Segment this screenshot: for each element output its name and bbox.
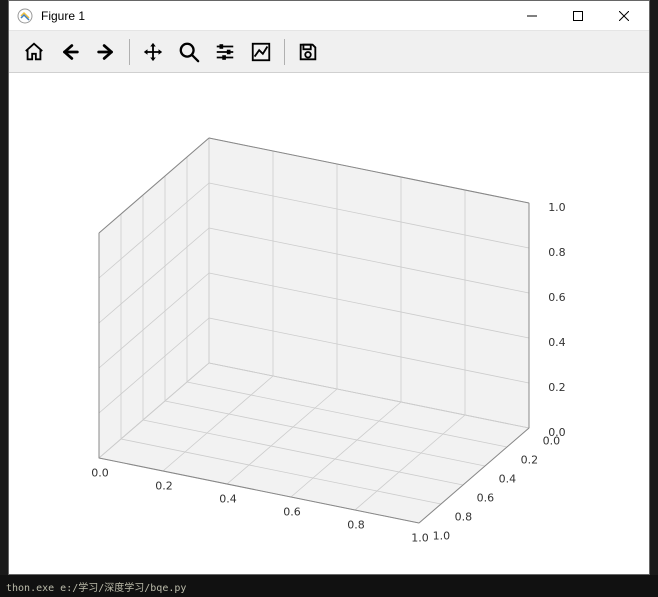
app-window: Figure 1 bbox=[8, 0, 650, 575]
zoom-button[interactable] bbox=[172, 35, 206, 69]
svg-text:0.6: 0.6 bbox=[283, 506, 301, 519]
home-icon bbox=[23, 41, 45, 63]
svg-text:1.0: 1.0 bbox=[433, 530, 451, 543]
svg-text:0.6: 0.6 bbox=[477, 492, 495, 505]
close-button[interactable] bbox=[601, 1, 647, 31]
sliders-icon bbox=[214, 41, 236, 63]
app-icon bbox=[17, 8, 33, 24]
pan-button[interactable] bbox=[136, 35, 170, 69]
plot-canvas[interactable]: 0.00.20.40.60.81.00.00.20.40.60.81.00.00… bbox=[9, 73, 649, 574]
svg-text:0.2: 0.2 bbox=[155, 480, 173, 493]
svg-text:0.8: 0.8 bbox=[548, 246, 566, 259]
svg-text:0.2: 0.2 bbox=[521, 454, 539, 467]
toolbar bbox=[9, 31, 649, 73]
configure-subplots-button[interactable] bbox=[208, 35, 242, 69]
svg-text:0.4: 0.4 bbox=[219, 493, 237, 506]
svg-text:0.8: 0.8 bbox=[455, 511, 473, 524]
home-button[interactable] bbox=[17, 35, 51, 69]
back-button[interactable] bbox=[53, 35, 87, 69]
titlebar: Figure 1 bbox=[9, 1, 649, 31]
toolbar-separator bbox=[129, 39, 130, 65]
arrow-right-icon bbox=[95, 41, 117, 63]
move-icon bbox=[142, 41, 164, 63]
minimize-button[interactable] bbox=[509, 1, 555, 31]
line-chart-icon bbox=[250, 41, 272, 63]
svg-text:1.0: 1.0 bbox=[548, 201, 566, 214]
forward-button[interactable] bbox=[89, 35, 123, 69]
save-icon bbox=[297, 41, 319, 63]
svg-text:0.2: 0.2 bbox=[548, 381, 566, 394]
toolbar-separator bbox=[284, 39, 285, 65]
window-title: Figure 1 bbox=[41, 9, 85, 23]
zoom-icon bbox=[178, 41, 200, 63]
terminal-text: thon.exe e:/学习/深度学习/bqe.py bbox=[6, 579, 186, 594]
maximize-button[interactable] bbox=[555, 1, 601, 31]
save-button[interactable] bbox=[291, 35, 325, 69]
svg-text:0.4: 0.4 bbox=[548, 336, 566, 349]
svg-text:0.0: 0.0 bbox=[91, 467, 109, 480]
svg-text:1.0: 1.0 bbox=[411, 532, 429, 545]
terminal-strip: thon.exe e:/学习/深度学习/bqe.py bbox=[0, 575, 658, 597]
svg-text:0.8: 0.8 bbox=[347, 519, 365, 532]
edit-axes-button[interactable] bbox=[244, 35, 278, 69]
svg-text:0.6: 0.6 bbox=[548, 291, 566, 304]
axes3d: 0.00.20.40.60.81.00.00.20.40.60.81.00.00… bbox=[9, 73, 649, 573]
svg-text:0.4: 0.4 bbox=[499, 473, 517, 486]
svg-text:0.0: 0.0 bbox=[548, 426, 566, 439]
arrow-left-icon bbox=[59, 41, 81, 63]
